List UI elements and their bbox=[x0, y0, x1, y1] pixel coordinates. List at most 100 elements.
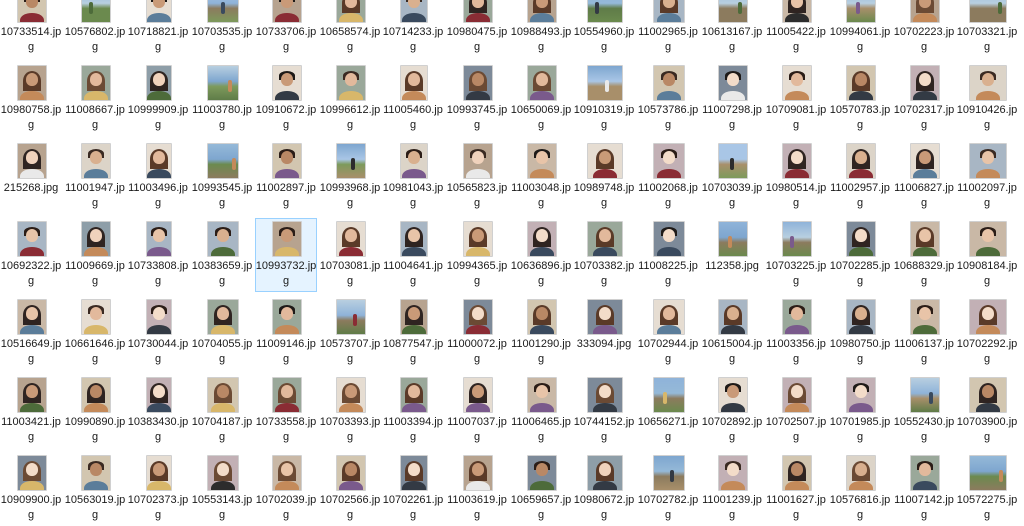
file-item[interactable]: 11002068.jpg bbox=[637, 140, 699, 214]
file-item[interactable]: 10993745.jpg bbox=[446, 62, 508, 136]
file-item[interactable]: 10702039.jpg bbox=[255, 452, 317, 526]
file-item[interactable]: 10573707.jpg bbox=[319, 296, 381, 370]
file-item[interactable]: 10703382.jpg bbox=[573, 218, 635, 292]
file-item[interactable]: 11003619.jpg bbox=[446, 452, 508, 526]
file-item[interactable]: 10988493.jpg bbox=[510, 0, 572, 58]
file-item[interactable]: 10702892.jpg bbox=[701, 374, 763, 448]
file-item[interactable]: 10565823.jpg bbox=[446, 140, 508, 214]
file-item[interactable]: 10576802.jpg bbox=[64, 0, 126, 58]
file-item[interactable]: 11009146.jpg bbox=[255, 296, 317, 370]
file-item[interactable]: 333094.jpg bbox=[573, 296, 635, 370]
file-item[interactable]: 10733558.jpg bbox=[255, 374, 317, 448]
file-item[interactable]: 10703900.jpg bbox=[956, 374, 1018, 448]
file-item[interactable]: 10554960.jpg bbox=[573, 0, 635, 58]
file-item[interactable]: 10709081.jpg bbox=[765, 62, 827, 136]
file-item[interactable]: 11006465.jpg bbox=[510, 374, 572, 448]
file-item[interactable]: 10572275.jpg bbox=[956, 452, 1018, 526]
file-item[interactable]: 10692322.jpg bbox=[0, 218, 62, 292]
file-item[interactable]: 10996612.jpg bbox=[319, 62, 381, 136]
file-item[interactable]: 11004641.jpg bbox=[382, 218, 444, 292]
file-item[interactable]: 10718821.jpg bbox=[127, 0, 189, 58]
file-item[interactable]: 10516649.jpg bbox=[0, 296, 62, 370]
file-item[interactable]: 10383659.jpg bbox=[191, 218, 253, 292]
file-item[interactable]: 112358.jpg bbox=[701, 218, 763, 292]
file-item[interactable]: 10910319.jpg bbox=[573, 62, 635, 136]
file-item[interactable]: 10981043.jpg bbox=[382, 140, 444, 214]
file-item[interactable]: 10703225.jpg bbox=[765, 218, 827, 292]
file-item[interactable]: 10702223.jpg bbox=[893, 0, 955, 58]
file-item[interactable]: 10703321.jpg bbox=[956, 0, 1018, 58]
file-item[interactable]: 10733706.jpg bbox=[255, 0, 317, 58]
file-item[interactable]: 10703081.jpg bbox=[319, 218, 381, 292]
file-item[interactable]: 11001290.jpg bbox=[510, 296, 572, 370]
file-item[interactable]: 10702566.jpg bbox=[319, 452, 381, 526]
file-item[interactable]: 10733808.jpg bbox=[127, 218, 189, 292]
file-item[interactable]: 10658574.jpg bbox=[319, 0, 381, 58]
file-item[interactable]: 10576816.jpg bbox=[829, 452, 891, 526]
file-item[interactable]: 10980514.jpg bbox=[765, 140, 827, 214]
file-item[interactable]: 10553143.jpg bbox=[191, 452, 253, 526]
file-item[interactable]: 10730044.jpg bbox=[127, 296, 189, 370]
file-item[interactable]: 11001239.jpg bbox=[701, 452, 763, 526]
file-item[interactable]: 10993968.jpg bbox=[319, 140, 381, 214]
file-item-selected[interactable]: 10993732.jpg bbox=[255, 218, 317, 292]
file-item[interactable]: 10980475.jpg bbox=[446, 0, 508, 58]
file-item[interactable]: 11007037.jpg bbox=[446, 374, 508, 448]
file-item[interactable]: 11001947.jpg bbox=[64, 140, 126, 214]
file-item[interactable]: 11003421.jpg bbox=[0, 374, 62, 448]
file-item[interactable]: 10702292.jpg bbox=[956, 296, 1018, 370]
file-item[interactable]: 11000072.jpg bbox=[446, 296, 508, 370]
file-item[interactable]: 10980750.jpg bbox=[829, 296, 891, 370]
file-item[interactable]: 10909900.jpg bbox=[0, 452, 62, 526]
file-item[interactable]: 10573786.jpg bbox=[637, 62, 699, 136]
file-item[interactable]: 11002897.jpg bbox=[255, 140, 317, 214]
file-item[interactable]: 10656271.jpg bbox=[637, 374, 699, 448]
file-item[interactable]: 10703039.jpg bbox=[701, 140, 763, 214]
file-item[interactable]: 11006137.jpg bbox=[893, 296, 955, 370]
file-item[interactable]: 10701985.jpg bbox=[829, 374, 891, 448]
file-item[interactable]: 10994365.jpg bbox=[446, 218, 508, 292]
file-item[interactable]: 11002957.jpg bbox=[829, 140, 891, 214]
file-item[interactable]: 11003048.jpg bbox=[510, 140, 572, 214]
file-item[interactable]: 10613167.jpg bbox=[701, 0, 763, 58]
file-item[interactable]: 10383430.jpg bbox=[127, 374, 189, 448]
file-item[interactable]: 10733514.jpg bbox=[0, 0, 62, 58]
file-item[interactable]: 10552430.jpg bbox=[893, 374, 955, 448]
file-item[interactable]: 11002097.jpg bbox=[956, 140, 1018, 214]
file-item[interactable]: 10989748.jpg bbox=[573, 140, 635, 214]
file-item[interactable]: 10659657.jpg bbox=[510, 452, 572, 526]
file-item[interactable]: 10908184.jpg bbox=[956, 218, 1018, 292]
file-item[interactable]: 10702317.jpg bbox=[893, 62, 955, 136]
file-item[interactable]: 11003780.jpg bbox=[191, 62, 253, 136]
file-item[interactable]: 11009669.jpg bbox=[64, 218, 126, 292]
file-item[interactable]: 11003394.jpg bbox=[382, 374, 444, 448]
file-item[interactable]: 11007142.jpg bbox=[893, 452, 955, 526]
file-item[interactable]: 10703535.jpg bbox=[191, 0, 253, 58]
file-item[interactable]: 10990890.jpg bbox=[64, 374, 126, 448]
file-item[interactable]: 10910672.jpg bbox=[255, 62, 317, 136]
file-item[interactable]: 10980672.jpg bbox=[573, 452, 635, 526]
file-item[interactable]: 10994061.jpg bbox=[829, 0, 891, 58]
file-item[interactable]: 11008225.jpg bbox=[637, 218, 699, 292]
file-item[interactable]: 10704055.jpg bbox=[191, 296, 253, 370]
file-item[interactable]: 11003496.jpg bbox=[127, 140, 189, 214]
file-item[interactable]: 10702782.jpg bbox=[637, 452, 699, 526]
file-item[interactable]: 10702285.jpg bbox=[829, 218, 891, 292]
file-item[interactable]: 11007298.jpg bbox=[701, 62, 763, 136]
file-item[interactable]: 11002965.jpg bbox=[637, 0, 699, 58]
file-item[interactable]: 10877547.jpg bbox=[382, 296, 444, 370]
file-item[interactable]: 10702944.jpg bbox=[637, 296, 699, 370]
file-item[interactable]: 10714233.jpg bbox=[382, 0, 444, 58]
file-item[interactable]: 11006827.jpg bbox=[893, 140, 955, 214]
file-item[interactable]: 11008667.jpg bbox=[64, 62, 126, 136]
file-item[interactable]: 10704187.jpg bbox=[191, 374, 253, 448]
file-item[interactable]: 10999909.jpg bbox=[127, 62, 189, 136]
file-item[interactable]: 10615004.jpg bbox=[701, 296, 763, 370]
file-item[interactable]: 11001627.jpg bbox=[765, 452, 827, 526]
file-item[interactable]: 10650069.jpg bbox=[510, 62, 572, 136]
file-item[interactable]: 10636896.jpg bbox=[510, 218, 572, 292]
file-item[interactable]: 10570783.jpg bbox=[829, 62, 891, 136]
file-item[interactable]: 215268.jpg bbox=[0, 140, 62, 214]
file-item[interactable]: 11005460.jpg bbox=[382, 62, 444, 136]
file-item[interactable]: 11005422.jpg bbox=[765, 0, 827, 58]
